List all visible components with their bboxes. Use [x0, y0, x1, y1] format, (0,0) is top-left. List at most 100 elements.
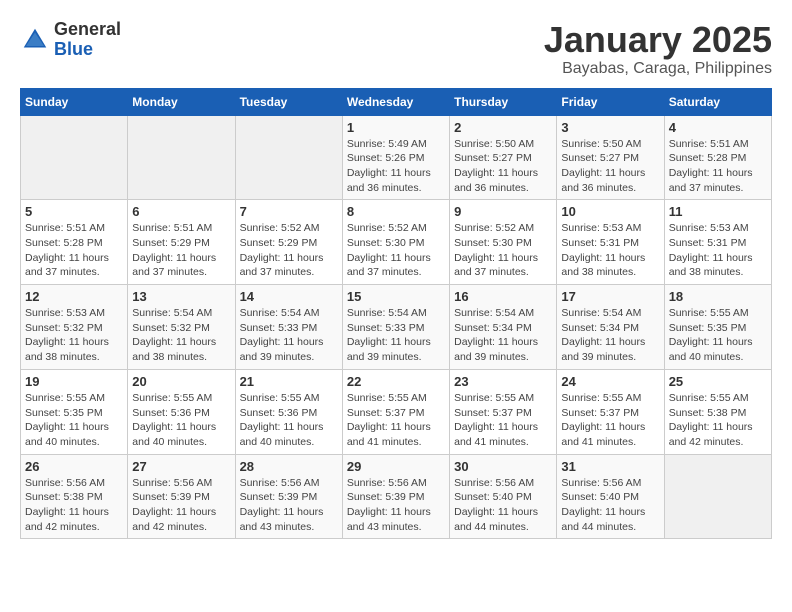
- day-number: 31: [561, 459, 659, 474]
- day-info: Sunrise: 5:51 AM Sunset: 5:28 PM Dayligh…: [669, 137, 767, 196]
- calendar-cell: 8 Sunrise: 5:52 AM Sunset: 5:30 PM Daylig…: [342, 200, 449, 285]
- day-info: Sunrise: 5:54 AM Sunset: 5:33 PM Dayligh…: [347, 306, 445, 365]
- day-number: 15: [347, 289, 445, 304]
- day-header-thursday: Thursday: [450, 88, 557, 115]
- day-number: 29: [347, 459, 445, 474]
- day-info: Sunrise: 5:55 AM Sunset: 5:35 PM Dayligh…: [25, 391, 123, 450]
- calendar-cell: [21, 115, 128, 200]
- calendar-cell: 27Sunrise: 5:56 AM Sunset: 5:39 PM Dayli…: [128, 454, 235, 539]
- day-number: 26: [25, 459, 123, 474]
- logo-icon: [20, 25, 50, 55]
- day-info: Sunrise: 5:56 AM Sunset: 5:40 PM Dayligh…: [454, 476, 552, 535]
- calendar-cell: 31 Sunrise: 5:56 AM Sunset: 5:40 PM Dayli…: [557, 454, 664, 539]
- calendar-cell: 22 Sunrise: 5:55 AM Sunset: 5:37 PM Dayli…: [342, 369, 449, 454]
- calendar-cell: 2Sunrise: 5:50 AM Sunset: 5:27 PM Daylig…: [450, 115, 557, 200]
- day-info: Sunrise: 5:56 AM Sunset: 5:39 PM Dayligh…: [240, 476, 338, 535]
- calendar-cell: [128, 115, 235, 200]
- day-number: 16: [454, 289, 552, 304]
- day-number: 20: [132, 374, 230, 389]
- day-info: Sunrise: 5:51 AM Sunset: 5:29 PM Dayligh…: [132, 221, 230, 280]
- day-info: Sunrise: 5:52 AM Sunset: 5:29 PM Dayligh…: [240, 221, 338, 280]
- day-info: Sunrise: 5:55 AM Sunset: 5:36 PM Dayligh…: [240, 391, 338, 450]
- day-info: Sunrise: 5:51 AM Sunset: 5:28 PM Dayligh…: [25, 221, 123, 280]
- day-number: 21: [240, 374, 338, 389]
- calendar-cell: [235, 115, 342, 200]
- day-number: 6: [132, 204, 230, 219]
- calendar-table: SundayMondayTuesdayWednesdayThursdayFrid…: [20, 88, 772, 540]
- day-info: Sunrise: 5:56 AM Sunset: 5:38 PM Dayligh…: [25, 476, 123, 535]
- calendar-cell: 18 Sunrise: 5:55 AM Sunset: 5:35 PM Dayli…: [664, 285, 771, 370]
- day-number: 30: [454, 459, 552, 474]
- day-header-saturday: Saturday: [664, 88, 771, 115]
- day-number: 17: [561, 289, 659, 304]
- day-number: 7: [240, 204, 338, 219]
- day-info: Sunrise: 5:54 AM Sunset: 5:33 PM Dayligh…: [240, 306, 338, 365]
- day-info: Sunrise: 5:54 AM Sunset: 5:34 PM Dayligh…: [561, 306, 659, 365]
- day-number: 4: [669, 120, 767, 135]
- day-header-wednesday: Wednesday: [342, 88, 449, 115]
- calendar-cell: 29 Sunrise: 5:56 AM Sunset: 5:39 PM Dayli…: [342, 454, 449, 539]
- calendar-cell: 21 Sunrise: 5:55 AM Sunset: 5:36 PM Dayli…: [235, 369, 342, 454]
- calendar-week-row: 1 Sunrise: 5:49 AM Sunset: 5:26 PM Daylig…: [21, 115, 772, 200]
- day-number: 13: [132, 289, 230, 304]
- day-info: Sunrise: 5:56 AM Sunset: 5:40 PM Dayligh…: [561, 476, 659, 535]
- day-info: Sunrise: 5:50 AM Sunset: 5:27 PM Dayligh…: [561, 137, 659, 196]
- day-number: 12: [25, 289, 123, 304]
- day-info: Sunrise: 5:55 AM Sunset: 5:35 PM Dayligh…: [669, 306, 767, 365]
- day-info: Sunrise: 5:53 AM Sunset: 5:32 PM Dayligh…: [25, 306, 123, 365]
- day-header-monday: Monday: [128, 88, 235, 115]
- calendar-cell: 3Sunrise: 5:50 AM Sunset: 5:27 PM Daylig…: [557, 115, 664, 200]
- calendar-week-row: 12 Sunrise: 5:53 AM Sunset: 5:32 PM Dayli…: [21, 285, 772, 370]
- day-info: Sunrise: 5:55 AM Sunset: 5:36 PM Dayligh…: [132, 391, 230, 450]
- day-number: 5: [25, 204, 123, 219]
- day-number: 18: [669, 289, 767, 304]
- day-info: Sunrise: 5:50 AM Sunset: 5:27 PM Dayligh…: [454, 137, 552, 196]
- day-number: 8: [347, 204, 445, 219]
- day-number: 9: [454, 204, 552, 219]
- day-info: Sunrise: 5:53 AM Sunset: 5:31 PM Dayligh…: [561, 221, 659, 280]
- calendar-cell: 6 Sunrise: 5:51 AM Sunset: 5:29 PM Daylig…: [128, 200, 235, 285]
- calendar-week-row: 19 Sunrise: 5:55 AM Sunset: 5:35 PM Dayli…: [21, 369, 772, 454]
- calendar-cell: 19 Sunrise: 5:55 AM Sunset: 5:35 PM Dayli…: [21, 369, 128, 454]
- title-block: January 2025 Bayabas, Caraga, Philippine…: [544, 20, 772, 78]
- calendar-cell: 9 Sunrise: 5:52 AM Sunset: 5:30 PM Daylig…: [450, 200, 557, 285]
- calendar-cell: 14 Sunrise: 5:54 AM Sunset: 5:33 PM Dayli…: [235, 285, 342, 370]
- calendar-cell: 20 Sunrise: 5:55 AM Sunset: 5:36 PM Dayli…: [128, 369, 235, 454]
- day-info: Sunrise: 5:53 AM Sunset: 5:31 PM Dayligh…: [669, 221, 767, 280]
- calendar-week-row: 5 Sunrise: 5:51 AM Sunset: 5:28 PM Daylig…: [21, 200, 772, 285]
- day-info: Sunrise: 5:52 AM Sunset: 5:30 PM Dayligh…: [347, 221, 445, 280]
- day-number: 14: [240, 289, 338, 304]
- day-info: Sunrise: 5:52 AM Sunset: 5:30 PM Dayligh…: [454, 221, 552, 280]
- logo: General Blue: [20, 20, 121, 60]
- month-title: January 2025: [544, 20, 772, 60]
- calendar-cell: 5 Sunrise: 5:51 AM Sunset: 5:28 PM Daylig…: [21, 200, 128, 285]
- day-number: 11: [669, 204, 767, 219]
- day-info: Sunrise: 5:49 AM Sunset: 5:26 PM Dayligh…: [347, 137, 445, 196]
- day-number: 23: [454, 374, 552, 389]
- day-info: Sunrise: 5:56 AM Sunset: 5:39 PM Dayligh…: [132, 476, 230, 535]
- day-number: 22: [347, 374, 445, 389]
- day-number: 19: [25, 374, 123, 389]
- location-title: Bayabas, Caraga, Philippines: [544, 60, 772, 78]
- calendar-cell: 10Sunrise: 5:53 AM Sunset: 5:31 PM Dayli…: [557, 200, 664, 285]
- calendar-week-row: 26 Sunrise: 5:56 AM Sunset: 5:38 PM Dayli…: [21, 454, 772, 539]
- day-number: 1: [347, 120, 445, 135]
- calendar-cell: 28 Sunrise: 5:56 AM Sunset: 5:39 PM Dayli…: [235, 454, 342, 539]
- page-header: General Blue January 2025 Bayabas, Carag…: [20, 20, 772, 78]
- logo-blue-text: Blue: [54, 40, 121, 60]
- logo-general-text: General: [54, 20, 121, 40]
- day-number: 28: [240, 459, 338, 474]
- calendar-cell: 4 Sunrise: 5:51 AM Sunset: 5:28 PM Daylig…: [664, 115, 771, 200]
- calendar-cell: 23Sunrise: 5:55 AM Sunset: 5:37 PM Dayli…: [450, 369, 557, 454]
- calendar-cell: 11 Sunrise: 5:53 AM Sunset: 5:31 PM Dayli…: [664, 200, 771, 285]
- day-info: Sunrise: 5:55 AM Sunset: 5:37 PM Dayligh…: [347, 391, 445, 450]
- calendar-cell: 13Sunrise: 5:54 AM Sunset: 5:32 PM Dayli…: [128, 285, 235, 370]
- day-info: Sunrise: 5:56 AM Sunset: 5:39 PM Dayligh…: [347, 476, 445, 535]
- calendar-cell: 1 Sunrise: 5:49 AM Sunset: 5:26 PM Daylig…: [342, 115, 449, 200]
- calendar-cell: 24Sunrise: 5:55 AM Sunset: 5:37 PM Dayli…: [557, 369, 664, 454]
- calendar-cell: 16Sunrise: 5:54 AM Sunset: 5:34 PM Dayli…: [450, 285, 557, 370]
- calendar-cell: 17 Sunrise: 5:54 AM Sunset: 5:34 PM Dayli…: [557, 285, 664, 370]
- day-header-sunday: Sunday: [21, 88, 128, 115]
- calendar-cell: 26 Sunrise: 5:56 AM Sunset: 5:38 PM Dayli…: [21, 454, 128, 539]
- calendar-body: 1 Sunrise: 5:49 AM Sunset: 5:26 PM Daylig…: [21, 115, 772, 539]
